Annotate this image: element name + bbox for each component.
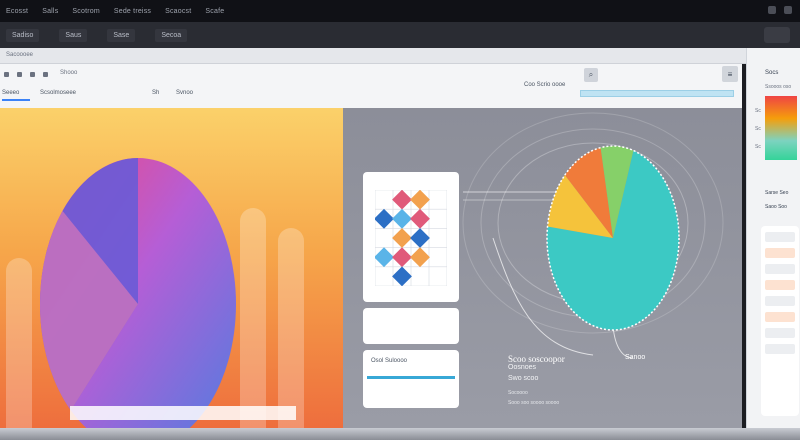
legend-tick: Sc [755, 108, 761, 114]
caption-subtitle: Oosnoes [508, 364, 537, 371]
list-item[interactable] [765, 344, 795, 354]
address-text: Sacoooee [6, 52, 34, 58]
heatmap-grid [375, 190, 447, 286]
list-item[interactable] [765, 312, 795, 322]
back-icon[interactable] [4, 72, 9, 77]
caption-footer: Sooo soo soooo soooo [508, 400, 560, 406]
menu-item[interactable]: Sede treiss [114, 8, 151, 15]
page-header: Shooo Seeeo Scsolmoseee Sh Svnoo Coo Scr… [0, 64, 742, 108]
heatmap-cell [375, 208, 394, 229]
list-item[interactable] [765, 328, 795, 338]
empty-card[interactable] [363, 308, 459, 344]
decor-floor [70, 406, 296, 420]
list-item[interactable] [765, 264, 795, 274]
window-controls [768, 6, 792, 14]
tab[interactable]: Scsolmoseee [40, 90, 76, 96]
caption-detail: Socoooo [508, 390, 528, 396]
heatmap-cell [410, 247, 430, 268]
heatmap-cell [392, 208, 412, 229]
search-icon[interactable]: ⌕ [584, 68, 598, 82]
sidebar-subtitle: Ssooos oso [765, 84, 792, 90]
heatmap-cell [410, 228, 430, 248]
sidebar-list [761, 226, 799, 416]
toolbar-button[interactable]: Saus [59, 28, 88, 42]
breadcrumb[interactable]: Shooo [60, 70, 77, 76]
heatmap-cell [375, 247, 394, 268]
sidebar-label: Sarse Seo [765, 190, 789, 196]
toolbar-button[interactable]: Sase [107, 28, 136, 42]
left-visual-panel [0, 108, 343, 428]
tab[interactable]: Sh [152, 90, 159, 96]
search-input[interactable] [580, 90, 734, 97]
caption-title: Scoo soscoopor [508, 354, 565, 364]
menu-item[interactable]: Scaocst [165, 8, 191, 15]
heatmap-cell [392, 247, 412, 268]
toolbar-button[interactable]: Sadiso [6, 28, 40, 42]
nav-icons [4, 72, 48, 77]
menubar: Ecosst Salls Scotrom Sede treiss Scaocst… [0, 0, 800, 22]
sidebar-title: Socs [765, 70, 779, 76]
tab[interactable]: Seeeo [2, 90, 19, 96]
color-legend [765, 96, 797, 160]
caption-note: Swo scoo [508, 375, 539, 382]
menu-item[interactable]: Salls [42, 8, 58, 15]
menu-item[interactable]: Scafe [205, 8, 224, 15]
close-icon[interactable] [784, 6, 792, 14]
legend-tick: Sc [755, 144, 761, 150]
main-canvas: Osol Suloooo Scoo soscoopor Sanoo Oosnoe… [343, 108, 742, 428]
menu-item[interactable]: Ecosst [6, 8, 28, 15]
forward-icon[interactable] [17, 72, 22, 77]
tab[interactable]: Svnoo [176, 90, 193, 96]
heatmap-cell [392, 190, 412, 210]
heatmap-cell [410, 208, 430, 229]
list-item[interactable] [765, 248, 795, 258]
card-title: Osol Suloooo [371, 358, 408, 364]
progress-bar [367, 376, 455, 379]
heatmap-cell [410, 190, 430, 210]
list-item[interactable] [765, 280, 795, 290]
toolbar-button[interactable]: Secoa [155, 28, 188, 42]
info-card[interactable]: Osol Suloooo [363, 350, 459, 408]
caption-side: Sanoo [625, 354, 646, 361]
search-label: Coo Scrio oooe [524, 82, 566, 88]
heatmap-cell [392, 228, 412, 248]
refresh-icon[interactable] [30, 72, 35, 77]
list-item[interactable] [765, 296, 795, 306]
left-pie-chart [40, 158, 236, 428]
sidebar-label: Saoo Soo [765, 204, 787, 210]
heatmap-card[interactable] [363, 172, 459, 302]
app-window: Ecosst Salls Scotrom Sede treiss Scaocst… [0, 0, 800, 440]
address-bar[interactable]: Sacoooee [0, 48, 746, 64]
heatmap-cell [392, 266, 412, 286]
menu-item[interactable]: Scotrom [72, 8, 99, 15]
profile-button[interactable] [764, 27, 790, 43]
list-item[interactable] [765, 232, 795, 242]
minimize-icon[interactable] [768, 6, 776, 14]
right-sidebar: Socs Ssooos oso Sc Sc Sc Sarse Seo Saoo … [746, 48, 800, 428]
home-icon[interactable] [43, 72, 48, 77]
legend-tick: Sc [755, 126, 761, 132]
toolbar: Sadiso Saus Sase Secoa [0, 22, 800, 48]
filter-icon[interactable]: ≡ [722, 66, 738, 82]
active-tab-indicator [2, 99, 30, 101]
bottom-strip [0, 428, 800, 440]
